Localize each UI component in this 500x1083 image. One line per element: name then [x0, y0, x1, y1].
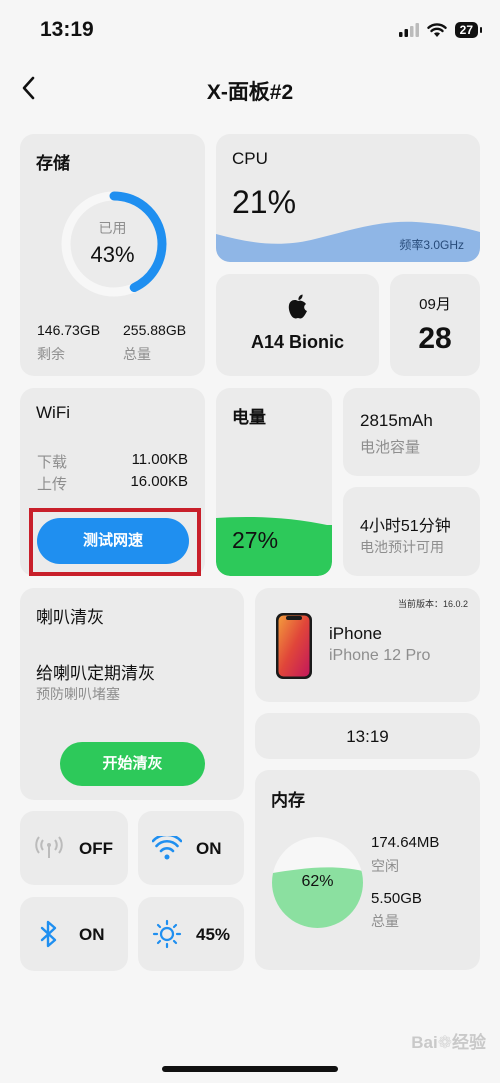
storage-total-value: 255.88GB — [123, 322, 187, 338]
speaker-hint: 预防喇叭堵塞 — [36, 686, 120, 702]
device-name: iPhone — [329, 624, 382, 643]
clock-card[interactable]: 13:19 — [255, 713, 480, 759]
battery-time-label: 电池预计可用 — [360, 539, 444, 555]
speaker-subtitle: 给喇叭定期清灰 — [36, 664, 155, 683]
memory-percent: 62% — [301, 873, 334, 890]
cellular-signal-icon — [398, 23, 419, 37]
status-icons: 27 — [398, 22, 483, 38]
brightness-toggle[interactable]: 45% — [138, 897, 244, 971]
date-day: 28 — [418, 322, 452, 355]
wifi-icon — [150, 831, 184, 865]
device-card[interactable]: 当前版本：16.0.2 iPhone iPhone 12 Pro — [255, 588, 480, 702]
test-speed-button[interactable]: 测试网速 — [37, 518, 189, 564]
cpu-title: CPU — [232, 149, 268, 168]
date-month: 09月 — [419, 296, 451, 313]
status-time: 13:19 — [40, 18, 94, 41]
storage-total-label: 总量 — [123, 346, 151, 362]
device-model: iPhone 12 Pro — [329, 647, 431, 664]
memory-title: 内存 — [271, 791, 305, 810]
wifi-upload-value: 16.00KB — [130, 473, 188, 490]
battery-percent: 27% — [232, 527, 279, 553]
memory-card[interactable]: 内存 62% 174.64MB 空闲 5.50GB 总量 — [255, 770, 480, 970]
memory-total-value: 5.50GB — [371, 890, 422, 907]
speaker-title: 喇叭清灰 — [36, 608, 104, 627]
clock-time: 13:19 — [346, 727, 389, 746]
storage-card[interactable]: 存储 已用 43% 146.73GB 剩余 255.88GB 总量 — [20, 134, 205, 376]
battery-status-icon: 27 — [454, 22, 483, 38]
cpu-frequency: 频率3.0GHz — [399, 238, 464, 252]
wifi-state: ON — [196, 839, 222, 858]
battery-time-card[interactable]: 4小时51分钟 电池预计可用 — [343, 487, 480, 576]
wifi-title: WiFi — [36, 403, 70, 422]
wifi-upload-label: 上传 — [37, 476, 68, 493]
storage-remaining-label: 剩余 — [37, 346, 65, 362]
memory-free-label: 空闲 — [371, 858, 399, 874]
battery-capacity-card[interactable]: 2815mAh 电池容量 — [343, 388, 480, 476]
date-card[interactable]: 09月 28 — [390, 274, 480, 376]
storage-title: 存储 — [36, 154, 70, 173]
cellular-toggle[interactable]: OFF — [20, 811, 128, 885]
wifi-status-icon — [426, 22, 447, 37]
wifi-download-label: 下载 — [37, 454, 68, 471]
wifi-toggle[interactable]: ON — [138, 811, 244, 885]
wifi-download-value: 11.00KB — [131, 451, 188, 468]
storage-used-label: 已用 — [98, 220, 127, 236]
storage-percent: 43% — [90, 242, 135, 267]
battery-time-value: 4小时51分钟 — [360, 518, 451, 535]
cpu-card[interactable]: CPU 21% 频率3.0GHz — [216, 134, 480, 262]
antenna-icon — [32, 831, 66, 865]
battery-capacity-value: 2815mAh — [360, 411, 433, 430]
bluetooth-toggle[interactable]: ON — [20, 897, 128, 971]
speaker-clean-card[interactable]: 喇叭清灰 给喇叭定期清灰 预防喇叭堵塞 开始清灰 — [20, 588, 244, 800]
cellular-state: OFF — [79, 839, 113, 858]
chip-card[interactable]: A14 Bionic — [216, 274, 379, 376]
brightness-sun-icon — [150, 917, 184, 951]
wifi-card[interactable]: WiFi 下载 11.00KB 上传 16.00KB 测试网速 — [20, 388, 205, 576]
start-clean-button[interactable]: 开始清灰 — [60, 742, 205, 786]
cpu-percent: 21% — [232, 184, 297, 220]
storage-remaining-value: 146.73GB — [37, 322, 101, 338]
chip-name: A14 Bionic — [250, 332, 345, 352]
memory-free-value: 174.64MB — [371, 834, 440, 851]
page-title: X-面板#2 — [206, 81, 294, 104]
watermark-logo: Bai❁经验 — [411, 1033, 486, 1052]
brightness-value: 45% — [196, 925, 231, 944]
ios-version: 当前版本：16.0.2 — [397, 599, 468, 609]
memory-total-label: 总量 — [371, 913, 399, 929]
apple-logo-icon — [288, 294, 307, 319]
battery-card[interactable]: 电量 27% — [216, 388, 332, 576]
home-indicator[interactable] — [162, 1066, 338, 1072]
battery-capacity-label: 电池容量 — [360, 439, 421, 456]
iphone-image-icon — [276, 613, 312, 679]
bluetooth-state: ON — [79, 925, 105, 944]
battery-title: 电量 — [232, 408, 266, 427]
bluetooth-icon — [32, 917, 66, 951]
